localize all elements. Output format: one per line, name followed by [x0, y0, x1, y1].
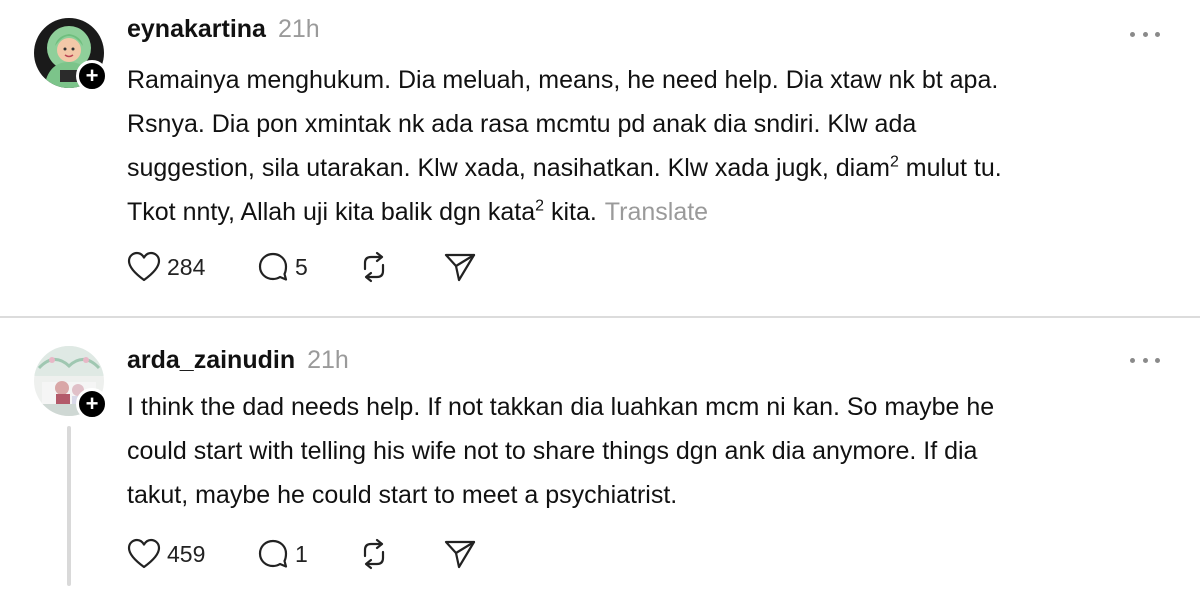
repost-icon [363, 251, 385, 283]
send-icon [444, 540, 476, 569]
comment-bubble-icon [258, 539, 288, 568]
post-body-line: takut, maybe he could start to meet a ps… [127, 481, 678, 509]
repost-button[interactable] [357, 251, 443, 283]
post-body-line: could start with telling his wife not to… [127, 437, 978, 465]
avatar[interactable]: + [34, 346, 108, 420]
share-button[interactable] [443, 538, 477, 570]
post-header: arda_zainudin 21h [127, 346, 349, 375]
more-horizontal-icon[interactable] [1130, 350, 1160, 370]
post: + eynakartina 21h Ramainya menghukum. Di… [0, 0, 1200, 316]
reply-count: 1 [295, 540, 308, 567]
post-body-line: suggestion, sila utarakan. Klw xada, nas… [127, 153, 1002, 182]
repost-icon [363, 538, 385, 570]
username[interactable]: arda_zainudin [127, 346, 295, 375]
like-button[interactable]: 284 [127, 251, 257, 283]
username[interactable]: eynakartina [127, 15, 266, 44]
translate-link[interactable]: Translate [605, 198, 708, 226]
follow-plus-icon[interactable]: + [76, 388, 108, 420]
timestamp[interactable]: 21h [278, 15, 320, 44]
reply-count: 5 [295, 253, 308, 280]
repost-button[interactable] [357, 538, 443, 570]
post-header: eynakartina 21h [127, 15, 320, 44]
post-body-line: I think the dad needs help. If not takka… [127, 393, 995, 421]
timestamp[interactable]: 21h [307, 346, 349, 375]
more-horizontal-icon[interactable] [1130, 24, 1160, 44]
heart-icon [127, 538, 161, 569]
avatar[interactable]: + [34, 18, 108, 92]
post-body-line: Tkot nnty, Allah uji kita balik dgn kata… [127, 197, 709, 226]
post-body: Ramainya menghukum. Dia meluah, means, h… [127, 58, 1157, 234]
like-button[interactable]: 459 [127, 538, 257, 570]
share-button[interactable] [443, 251, 477, 283]
action-bar: 284 5 [127, 250, 477, 284]
action-bar: 459 1 [127, 537, 477, 571]
post: + arda_zainudin 21h I think the dad need… [0, 318, 1200, 589]
like-count: 459 [167, 540, 206, 567]
reply-button[interactable]: 1 [257, 538, 357, 570]
heart-icon [127, 251, 161, 282]
reply-button[interactable]: 5 [257, 251, 357, 283]
send-icon [444, 253, 476, 282]
post-body: I think the dad needs help. If not takka… [127, 385, 1157, 517]
post-body-line: Rsnya. Dia pon xmintak nk ada rasa mcmtu… [127, 110, 917, 138]
follow-plus-icon[interactable]: + [76, 60, 108, 92]
post-body-line: Ramainya menghukum. Dia meluah, means, h… [127, 66, 999, 94]
comment-bubble-icon [258, 252, 288, 281]
like-count: 284 [167, 253, 206, 280]
thread-line [67, 426, 71, 586]
